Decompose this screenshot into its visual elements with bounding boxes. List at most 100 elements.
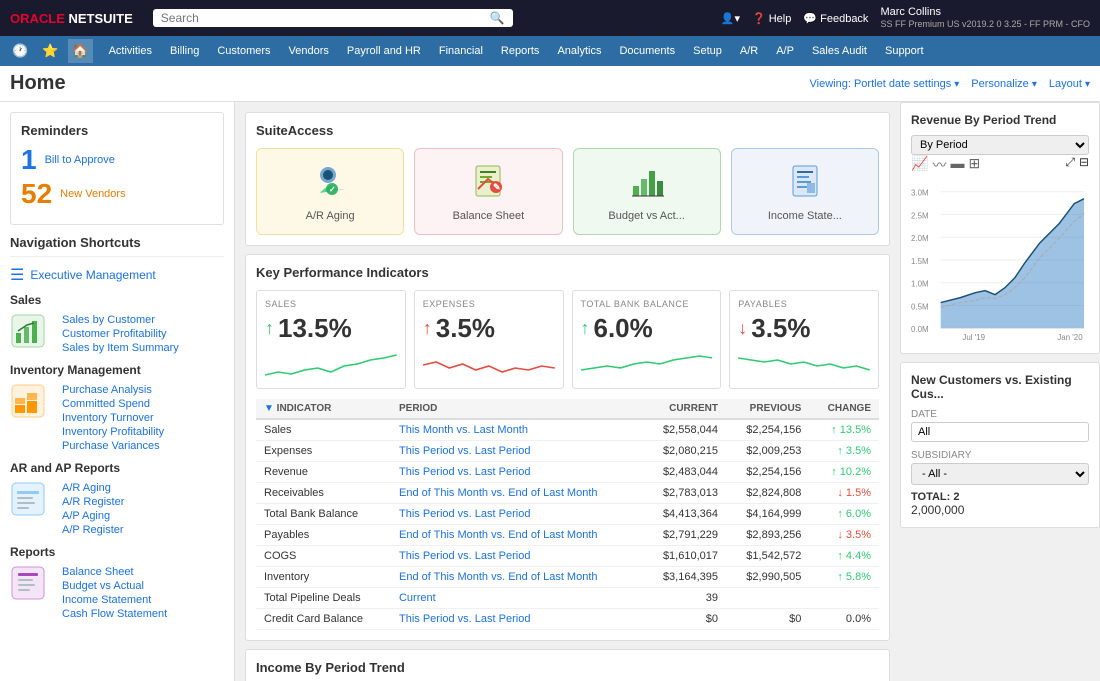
vendor-label[interactable]: New Vendors xyxy=(60,188,125,200)
candlestick-icon[interactable]: ⊞ xyxy=(968,155,980,175)
sales-by-customer-link[interactable]: Sales by Customer xyxy=(54,313,179,327)
period-cell[interactable]: This Month vs. Last Month xyxy=(391,419,643,441)
table-row: Credit Card Balance This Period vs. Last… xyxy=(256,609,879,630)
suite-icon-income[interactable]: Income State... xyxy=(731,148,879,235)
logo: ORACLE NETSUITE xyxy=(10,11,133,26)
period-cell[interactable]: This Period vs. Last Period xyxy=(391,546,643,567)
bill-label[interactable]: Bill to Approve xyxy=(45,154,115,166)
nav-vendors[interactable]: Vendors xyxy=(281,41,337,61)
suite-icon-budget[interactable]: Budget vs Act... xyxy=(573,148,721,235)
ar-register-link[interactable]: A/R Register xyxy=(54,495,124,509)
nav-support[interactable]: Support xyxy=(877,41,932,61)
current-cell: $2,791,229 xyxy=(643,525,726,546)
search-box[interactable]: 🔍 xyxy=(153,9,513,27)
th-indicator[interactable]: ▼ INDICATOR xyxy=(256,399,391,419)
subsidiary-select[interactable]: - All - xyxy=(911,463,1089,485)
recent-icon[interactable]: 🕐 xyxy=(8,39,32,63)
search-icon[interactable]: 🔍 xyxy=(490,11,505,25)
period-select[interactable]: By Period xyxy=(911,135,1089,155)
period-cell[interactable]: This Period vs. Last Period xyxy=(391,504,643,525)
current-cell: $2,558,044 xyxy=(643,419,726,441)
suite-icon-ar-aging[interactable]: ✓ A/R Aging xyxy=(256,148,404,235)
period-cell[interactable]: Current xyxy=(391,588,643,609)
period-cell[interactable]: This Period vs. Last Period xyxy=(391,441,643,462)
nav-analytics[interactable]: Analytics xyxy=(549,41,609,61)
payables-arrow-down: ↓ xyxy=(738,318,747,339)
nav-payroll[interactable]: Payroll and HR xyxy=(339,41,429,61)
expand-icon[interactable]: ⤢ xyxy=(1065,155,1075,175)
th-previous[interactable]: PREVIOUS xyxy=(726,399,809,419)
nav-documents[interactable]: Documents xyxy=(611,41,683,61)
home-icon[interactable]: 🏠 xyxy=(68,39,92,63)
personalize-link[interactable]: Personalize ▾ xyxy=(971,78,1037,90)
nav-activities[interactable]: Activities xyxy=(101,41,160,61)
date-input[interactable] xyxy=(911,422,1089,442)
ap-aging-link[interactable]: A/P Aging xyxy=(54,509,124,523)
search-input[interactable] xyxy=(161,11,490,25)
revenue-chart-panel: Revenue By Period Trend By Period 📈 〰 ▬ … xyxy=(900,102,1100,354)
indicator-cell: Revenue xyxy=(256,462,391,483)
th-change[interactable]: CHANGE xyxy=(809,399,879,419)
period-cell[interactable]: This Period vs. Last Period xyxy=(391,462,643,483)
viewing-portlet[interactable]: Viewing: Portlet date settings ▾ xyxy=(810,78,960,90)
committed-spend-link[interactable]: Committed Spend xyxy=(54,397,164,411)
income-label: Income State... xyxy=(768,210,842,222)
user-icon[interactable]: 👤▾ xyxy=(721,12,740,25)
nav-quick-icons: 🕐 ⭐ 🏠 xyxy=(8,39,93,63)
nav-setup[interactable]: Setup xyxy=(685,41,730,61)
nav-sales-audit[interactable]: Sales Audit xyxy=(804,41,875,61)
kpi-sales-value: ↑ 13.5% xyxy=(265,313,397,344)
ap-register-link[interactable]: A/P Register xyxy=(54,523,124,537)
purchase-variances-link[interactable]: Purchase Variances xyxy=(54,439,164,453)
svg-text:3.0M: 3.0M xyxy=(911,189,929,198)
kpi-payables-chart xyxy=(738,350,870,380)
budget-icon xyxy=(627,161,667,204)
exec-mgmt-label[interactable]: Executive Management xyxy=(30,268,155,282)
layout-link[interactable]: Layout ▾ xyxy=(1049,78,1090,90)
period-cell[interactable]: End of This Month vs. End of Last Month xyxy=(391,483,643,504)
change-cell: ↑ 5.8% xyxy=(809,567,879,588)
nav-ap[interactable]: A/P xyxy=(768,41,802,61)
kpi-cards-row: SALES ↑ 13.5% EXPENSES ↑ 3.5 xyxy=(256,290,879,389)
nav-customers[interactable]: Customers xyxy=(209,41,278,61)
inventory-turnover-link[interactable]: Inventory Turnover xyxy=(54,411,164,425)
suite-icon-balance-sheet[interactable]: ✎ Balance Sheet xyxy=(414,148,562,235)
period-cell[interactable]: End of This Month vs. End of Last Month xyxy=(391,525,643,546)
help-link[interactable]: ❓ Help xyxy=(752,12,791,25)
table-row: Inventory End of This Month vs. End of L… xyxy=(256,567,879,588)
nav-billing[interactable]: Billing xyxy=(162,41,207,61)
income-statement-link[interactable]: Income Statement xyxy=(54,593,167,607)
cash-flow-link[interactable]: Cash Flow Statement xyxy=(54,607,167,621)
inventory-section-label: Inventory Management xyxy=(10,363,224,377)
customer-profitability-link[interactable]: Customer Profitability xyxy=(54,327,179,341)
balance-sheet-link[interactable]: Balance Sheet xyxy=(54,565,167,579)
sales-by-item-link[interactable]: Sales by Item Summary xyxy=(54,341,179,355)
nav-reports[interactable]: Reports xyxy=(493,41,548,61)
bar-chart-icon[interactable]: ▬ xyxy=(950,155,964,175)
wave-chart-icon[interactable]: 〰 xyxy=(932,155,946,175)
reminders-box: Reminders 1 Bill to Approve 52 New Vendo… xyxy=(10,112,224,225)
indicator-cell: Receivables xyxy=(256,483,391,504)
purchase-analysis-link[interactable]: Purchase Analysis xyxy=(54,383,164,397)
svg-text:✎: ✎ xyxy=(493,182,501,192)
sales-arrow-up: ↑ xyxy=(265,318,274,339)
inventory-profitability-link[interactable]: Inventory Profitability xyxy=(54,425,164,439)
nav-ar[interactable]: A/R xyxy=(732,41,766,61)
oracle-text: ORACLE xyxy=(10,11,69,26)
favorites-icon[interactable]: ⭐ xyxy=(38,39,62,63)
change-cell: ↓ 1.5% xyxy=(809,483,879,504)
period-cell[interactable]: This Period vs. Last Period xyxy=(391,609,643,630)
ar-aging-link[interactable]: A/R Aging xyxy=(54,481,124,495)
nav-financial[interactable]: Financial xyxy=(431,41,491,61)
previous-cell: $0 xyxy=(726,609,809,630)
feedback-link[interactable]: 💬 Feedback xyxy=(803,12,868,25)
download-icon[interactable]: ⊟ xyxy=(1079,155,1089,175)
kpi-payables-value: ↓ 3.5% xyxy=(738,313,870,344)
period-cell[interactable]: End of This Month vs. End of Last Month xyxy=(391,567,643,588)
th-period[interactable]: PERIOD xyxy=(391,399,643,419)
exec-mgmt-item[interactable]: ☰ Executive Management xyxy=(10,265,224,285)
budget-vs-actual-link[interactable]: Budget vs Actual xyxy=(54,579,167,593)
line-chart-icon[interactable]: 📈 xyxy=(911,155,928,175)
th-current[interactable]: CURRENT xyxy=(643,399,726,419)
svg-text:Jan '20: Jan '20 xyxy=(1057,333,1083,342)
